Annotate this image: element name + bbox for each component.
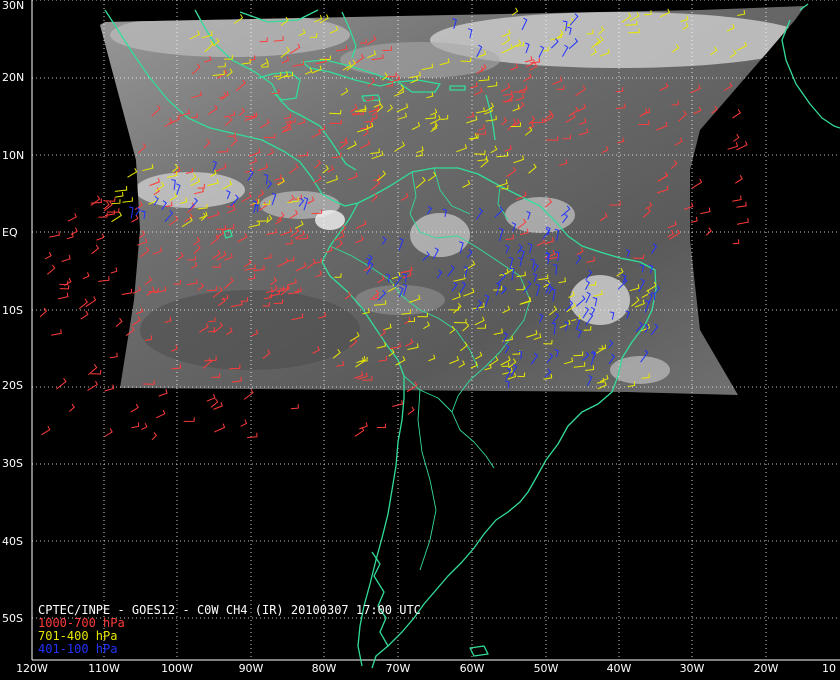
wind-barb [103, 197, 116, 202]
wind-barb [158, 389, 168, 397]
lon-label-50w: 50W [533, 662, 559, 675]
wind-barb [155, 409, 166, 419]
wind-barb [90, 195, 101, 206]
coast-falklands [469, 645, 489, 657]
wind-barb [206, 393, 216, 402]
wind-barb [736, 218, 749, 225]
wind-barb [705, 227, 712, 236]
wind-barb [66, 232, 74, 240]
wind-barb [131, 214, 139, 223]
wind-barb [110, 267, 118, 274]
lat-label-30n: 30N [2, 0, 25, 12]
wind-barb [127, 168, 138, 178]
wind-barb [407, 406, 415, 415]
wind-barb [736, 201, 747, 208]
wind-barb [106, 208, 120, 213]
wind-barb [130, 403, 139, 413]
wind-barb [691, 178, 703, 189]
wind-barb [115, 317, 123, 327]
wind-barb [57, 292, 69, 300]
wind-barb [700, 207, 711, 215]
wind-barb [392, 400, 403, 407]
wind-barb [122, 197, 133, 203]
wind-barb [243, 389, 254, 400]
wind-barb [727, 142, 739, 150]
satellite-footprint [100, 6, 805, 395]
wind-barb [104, 209, 116, 217]
satellite-wind-map [31, 0, 840, 669]
wind-barb [183, 417, 195, 422]
wind-barb [88, 363, 98, 376]
lat-label-50s: 50S [2, 612, 23, 625]
lon-label-80w: 80W [311, 662, 337, 675]
wind-barb [736, 141, 748, 151]
lon-label-20w: 20W [753, 662, 779, 675]
wind-barb [141, 423, 148, 430]
coast-africa [781, 19, 840, 129]
wind-barb [82, 272, 90, 280]
wind-barb [111, 211, 122, 223]
lon-label-90w: 90W [238, 662, 264, 675]
wind-barb [115, 191, 124, 198]
wind-barb [68, 403, 75, 412]
lat-label-10n: 10N [2, 149, 25, 162]
lon-label-10w: 10 [822, 662, 836, 675]
wind-barb [151, 432, 158, 441]
wind-barb [46, 264, 56, 275]
wind-barb [213, 423, 226, 433]
wind-barb [51, 329, 62, 336]
wind-barb [91, 244, 100, 255]
wind-barb [90, 369, 102, 375]
wind-barb [114, 185, 128, 192]
lat-label-40s: 40S [2, 535, 23, 548]
lon-label-30w: 30W [679, 662, 705, 675]
lon-label-110w: 110W [88, 662, 120, 675]
wind-barb [690, 216, 698, 223]
wind-barb [80, 310, 89, 320]
wind-barb [210, 398, 219, 408]
wind-barb [732, 109, 741, 119]
wind-barb [213, 401, 223, 410]
lat-label-eq: EQ [2, 226, 18, 239]
wind-barb [732, 195, 742, 202]
wind-barb [61, 254, 71, 263]
wind-barb [67, 213, 77, 222]
wind-barb [87, 380, 98, 391]
wind-barb [376, 423, 387, 429]
wind-barb [78, 298, 88, 310]
wind-barb [41, 425, 51, 436]
lat-label-30s: 30S [2, 457, 23, 470]
wind-barb [131, 422, 140, 429]
wind-barb [128, 206, 134, 219]
wind-barb [735, 174, 743, 184]
wind-barb [247, 432, 258, 439]
wind-barb [39, 307, 48, 318]
wind-barb [59, 284, 70, 290]
lon-label-60w: 60W [459, 662, 485, 675]
wind-barb [121, 288, 133, 295]
lon-label-100w: 100W [161, 662, 193, 675]
wind-barb [104, 428, 113, 437]
wind-barb [104, 384, 115, 392]
wind-barb [109, 352, 118, 359]
lat-label-10s: 10S [2, 304, 23, 317]
lat-label-20n: 20N [2, 71, 25, 84]
lat-label-20s: 20S [2, 379, 23, 392]
wind-barb [44, 251, 52, 260]
wind-barb [49, 231, 60, 238]
wind-barb [359, 422, 368, 430]
wind-barb [96, 233, 105, 241]
lon-label-120w: 120W [16, 662, 48, 675]
lon-label-40w: 40W [606, 662, 632, 675]
wind-barb [733, 133, 740, 142]
wind-barb [732, 239, 740, 245]
lon-label-70w: 70W [385, 662, 411, 675]
wind-barb [290, 404, 299, 410]
legend-high-level: 401-100 hPa [38, 642, 118, 656]
wind-barb [240, 419, 248, 427]
